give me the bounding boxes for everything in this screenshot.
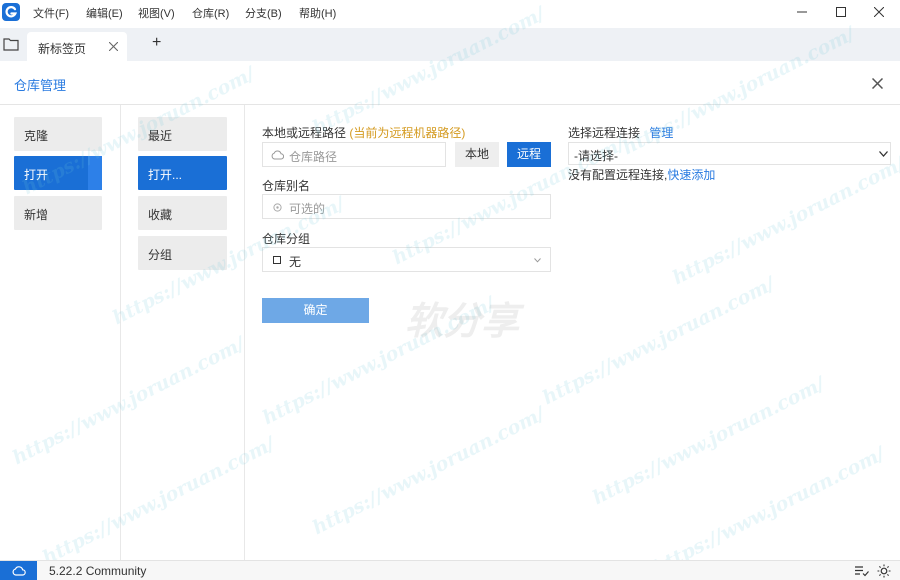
quick-add-link[interactable]: 快速添加 (667, 168, 715, 182)
local-button[interactable]: 本地 (455, 142, 499, 167)
column-divider-2 (244, 105, 245, 560)
subnav-favorites[interactable]: 收藏 (138, 196, 227, 230)
watermark-text: https://www.joruan.com/ (539, 272, 779, 410)
tab-bar: 新标签页 + (0, 28, 900, 61)
remote-label: 选择远程连接 (568, 126, 641, 140)
no-remote-row: 没有配置远程连接,快速添加 (568, 166, 715, 183)
nav-new[interactable]: 新增 (14, 196, 102, 230)
chevron-down-icon (534, 258, 541, 263)
add-tab-button[interactable]: + (152, 35, 161, 51)
menu-file[interactable]: 文件(F) (33, 5, 69, 21)
minimize-button[interactable] (783, 0, 821, 24)
tab-new[interactable]: 新标签页 (27, 32, 127, 61)
alias-placeholder: 可选的 (289, 202, 326, 216)
header-divider (0, 104, 900, 105)
title-bar: 文件(F) 编辑(E) 视图(V) 仓库(R) 分支(B) 帮助(H) (0, 0, 900, 24)
remote-select-value: -请选择- (574, 149, 618, 163)
nav-clone[interactable]: 克隆 (14, 117, 102, 151)
menu-help[interactable]: 帮助(H) (299, 5, 336, 21)
no-remote-text: 没有配置远程连接, (568, 168, 668, 182)
path-label-row: 本地或远程路径 (当前为远程机器路径) (262, 124, 465, 141)
group-label: 仓库分组 (262, 232, 311, 246)
nav-clone-label: 克隆 (24, 129, 49, 143)
tab-label: 新标签页 (38, 42, 87, 56)
nav-open[interactable]: 打开 (14, 156, 102, 190)
subnav-open-label: 打开... (148, 168, 183, 182)
path-label: 本地或远程路径 (262, 126, 347, 140)
subnav-groups[interactable]: 分组 (138, 236, 227, 270)
version-label: 5.22.2 Community (49, 564, 147, 578)
path-input[interactable]: 仓库路径 (262, 142, 446, 167)
watermark-text: https://www.joruan.com/ (649, 442, 889, 580)
folder-icon[interactable] (3, 37, 19, 51)
group-square-icon (273, 256, 281, 264)
status-bar: 5.22.2 Community (0, 560, 900, 580)
group-select[interactable]: 无 (262, 247, 551, 272)
app-logo-icon (2, 3, 20, 21)
subnav-open[interactable]: 打开... (138, 156, 227, 190)
subnav-groups-label: 分组 (148, 248, 173, 262)
watermark-text: https://www.joruan.com/ (9, 332, 249, 470)
remote-status-button[interactable] (0, 561, 37, 580)
menu-view[interactable]: 视图(V) (138, 5, 175, 21)
alias-input[interactable]: 可选的 (262, 194, 551, 219)
group-value: 无 (289, 255, 302, 269)
confirm-button[interactable]: 确定 (262, 298, 369, 323)
chevron-down-icon (879, 151, 888, 157)
subnav-favorites-label: 收藏 (148, 208, 173, 222)
path-hint: (当前为远程机器路径) (349, 126, 466, 140)
nav-open-label: 打开 (24, 168, 49, 182)
watermark-center: 软分享 (405, 299, 520, 343)
theme-sun-icon[interactable] (877, 564, 891, 578)
cloud-icon (271, 150, 284, 160)
minimize-icon (797, 11, 807, 13)
task-list-icon[interactable] (855, 565, 869, 577)
menu-repository[interactable]: 仓库(R) (192, 5, 229, 21)
cloud-icon (12, 566, 26, 576)
manage-link[interactable]: 管理 (649, 126, 673, 140)
maximize-icon (836, 7, 846, 17)
watermark-layer: https://www.joruan.com/ https://www.joru… (0, 0, 900, 580)
subnav-recent-label: 最近 (148, 129, 173, 143)
alias-label: 仓库别名 (262, 179, 311, 193)
menu-edit[interactable]: 编辑(E) (86, 5, 123, 21)
dialog-title: 仓库管理 (14, 78, 67, 93)
close-icon (874, 7, 884, 17)
watermark-text: https://www.joruan.com/ (39, 432, 279, 570)
menu-branch[interactable]: 分支(B) (245, 5, 282, 21)
remote-button[interactable]: 远程 (507, 142, 551, 167)
remote-label-row: 选择远程连接 管理 (568, 124, 673, 141)
column-divider-1 (120, 105, 121, 560)
nav-new-label: 新增 (24, 208, 49, 222)
window-close-button[interactable] (860, 0, 898, 24)
tag-icon (273, 203, 282, 212)
tab-close-icon[interactable] (109, 42, 118, 51)
nav-open-accent (88, 156, 102, 190)
watermark-text: https://www.joruan.com/ (309, 402, 549, 540)
dialog-close-icon[interactable] (872, 78, 883, 89)
maximize-button[interactable] (822, 0, 860, 24)
path-placeholder: 仓库路径 (289, 150, 338, 164)
watermark-text: https://www.joruan.com/ (589, 372, 829, 510)
subnav-recent[interactable]: 最近 (138, 117, 227, 151)
remote-select[interactable]: -请选择- (568, 142, 891, 165)
